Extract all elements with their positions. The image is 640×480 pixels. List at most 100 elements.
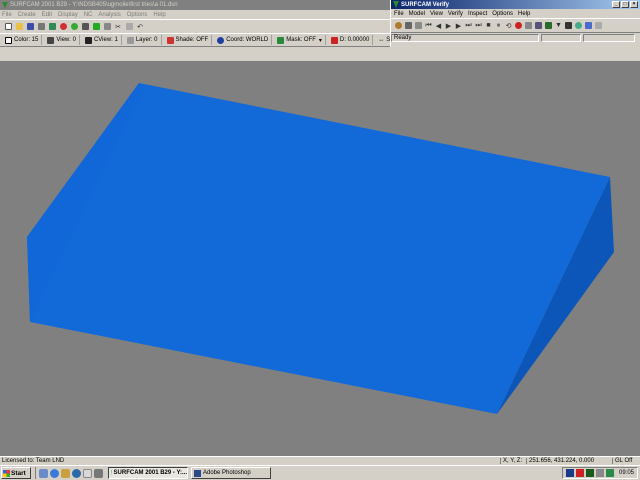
cview-icon [84, 36, 92, 44]
tool-icon[interactable] [394, 21, 403, 31]
main-title-bar[interactable]: SURFCAM 2001 B29 - Y:\NDSB405\ugmoile\fi… [0, 0, 390, 10]
redraw-icon[interactable] [69, 22, 79, 32]
stop-icon[interactable]: ■ [484, 21, 493, 31]
layer-status[interactable]: Layer: 0 [124, 35, 162, 45]
step-back-icon[interactable]: ◀ [434, 21, 443, 31]
depth-icon [330, 36, 338, 44]
verify-menu-inspect[interactable]: Inspect [468, 11, 487, 17]
tolerance-icon[interactable] [564, 21, 573, 31]
new-file-icon[interactable] [3, 22, 13, 32]
depth-status[interactable]: D: 0.00000 [328, 35, 374, 45]
wireframe-icon[interactable] [594, 21, 603, 31]
grid-icon[interactable] [47, 22, 57, 32]
folder-icon[interactable] [61, 468, 70, 478]
view-icon [47, 36, 55, 44]
speed-icon[interactable] [524, 21, 533, 31]
tray-volume-icon[interactable] [595, 469, 604, 477]
pause-icon[interactable]: ⏸ [494, 21, 503, 31]
surfcam-task-icon [111, 469, 112, 477]
mask-icon [277, 36, 285, 44]
step-arrow-icon: ↔ [378, 37, 385, 43]
tray-app-icon[interactable] [585, 469, 594, 477]
menu-display[interactable]: Display [58, 12, 78, 18]
menu-nc[interactable]: NC [84, 12, 93, 18]
coord-globe-icon [217, 36, 225, 44]
cutter-icon[interactable]: ▼ [554, 21, 563, 31]
loop-icon[interactable]: ⟲ [504, 21, 513, 31]
end-icon[interactable]: ⏭ [474, 21, 483, 31]
save-image-icon[interactable] [534, 21, 543, 31]
menu-help[interactable]: Help [153, 12, 165, 18]
pan-icon[interactable] [80, 22, 90, 32]
dropdown-arrow-icon[interactable]: ▾ [319, 37, 322, 44]
desktop-icon[interactable] [83, 468, 92, 478]
verify-window: SURFCAM Verify _ □ × File Model View Ver… [390, 0, 640, 47]
zoom-window-icon[interactable] [574, 21, 583, 31]
fast-forward-icon[interactable]: ⏭ [464, 21, 473, 31]
verify-menu-bar: File Model View Verify Inspect Options H… [391, 9, 640, 18]
tray-status-icon[interactable] [605, 469, 614, 477]
step-forward-icon[interactable]: ▶ [454, 21, 463, 31]
record-icon[interactable] [514, 21, 523, 31]
save-file-icon[interactable] [25, 22, 35, 32]
tray-antivirus-icon[interactable] [575, 469, 584, 477]
close-button[interactable]: × [630, 1, 638, 8]
compare-icon[interactable] [544, 21, 553, 31]
menu-file[interactable]: File [2, 12, 12, 18]
menu-analysis[interactable]: Analysis [98, 12, 120, 18]
graphics-viewport[interactable] [0, 62, 640, 456]
copy-icon[interactable] [124, 22, 134, 32]
browser-icon[interactable] [50, 468, 59, 478]
verify-title-bar[interactable]: SURFCAM Verify _ □ × [391, 0, 640, 9]
license-text: Licensed to: Team LND [2, 458, 65, 464]
verify-menu-options[interactable]: Options [492, 11, 513, 17]
fit-icon[interactable] [91, 22, 101, 32]
clock: 09:05 [618, 470, 634, 476]
display-status-strip: Color: 15 View: 0 CView: 1 Layer: 0 Shad… [0, 33, 402, 47]
cut-icon[interactable]: ✂ [113, 22, 123, 32]
verify-ready-status: Ready [391, 33, 539, 42]
verify-menu-verify[interactable]: Verify [448, 11, 463, 17]
explorer-icon[interactable] [39, 468, 48, 478]
shade-status[interactable]: Shade: OFF [164, 35, 213, 45]
open-file-icon[interactable] [14, 22, 24, 32]
media-icon[interactable] [94, 468, 103, 478]
toolbar-area-empty [0, 47, 640, 62]
maximize-button[interactable]: □ [621, 1, 629, 8]
verify-window-title: SURFCAM Verify [401, 1, 450, 8]
start-button[interactable]: Start [1, 467, 31, 479]
ie-icon[interactable] [72, 468, 81, 478]
task-surfcam[interactable]: SURFCAM 2001 B29 - Y:... [108, 467, 188, 479]
view-status[interactable]: View: 0 [44, 35, 80, 45]
layer-icon [126, 36, 134, 44]
surfcam-app-icon [2, 1, 8, 9]
undo-icon[interactable]: ↶ [135, 22, 145, 32]
task-photoshop[interactable]: Adobe Photoshop [191, 467, 271, 479]
menu-options[interactable]: Options [127, 12, 148, 18]
zoom-icon[interactable] [58, 22, 68, 32]
tray-network-icon[interactable] [565, 469, 574, 477]
play-icon[interactable]: ▶ [444, 21, 453, 31]
rotate-icon[interactable] [102, 22, 112, 32]
verify-menu-help[interactable]: Help [518, 11, 530, 17]
verify-status-bar: Ready [391, 32, 640, 42]
verify-status-cell-2 [583, 33, 635, 42]
verify-status-cell-1 [541, 33, 581, 42]
xyz-readout: 251.656, 431.224, 0.000 [526, 458, 612, 464]
verify-menu-file[interactable]: File [394, 11, 404, 17]
tool-settings-icon[interactable] [404, 21, 413, 31]
mask-status[interactable]: Mask: OFF ▾ [274, 35, 326, 45]
verify-menu-view[interactable]: View [430, 11, 443, 17]
stock-icon[interactable] [414, 21, 423, 31]
menu-create[interactable]: Create [18, 12, 36, 18]
rewind-icon[interactable]: ⏮ [424, 21, 433, 31]
color-status[interactable]: Color: 15 [2, 35, 43, 45]
print-icon[interactable] [36, 22, 46, 32]
shade-view-icon[interactable] [584, 21, 593, 31]
coord-status[interactable]: Coord: WORLD [214, 35, 273, 45]
menu-edit[interactable]: Edit [42, 12, 52, 18]
verify-menu-model[interactable]: Model [409, 11, 425, 17]
cview-status[interactable]: CView: 1 [82, 35, 122, 45]
system-tray: 09:05 [561, 467, 638, 479]
minimize-button[interactable]: _ [612, 1, 620, 8]
